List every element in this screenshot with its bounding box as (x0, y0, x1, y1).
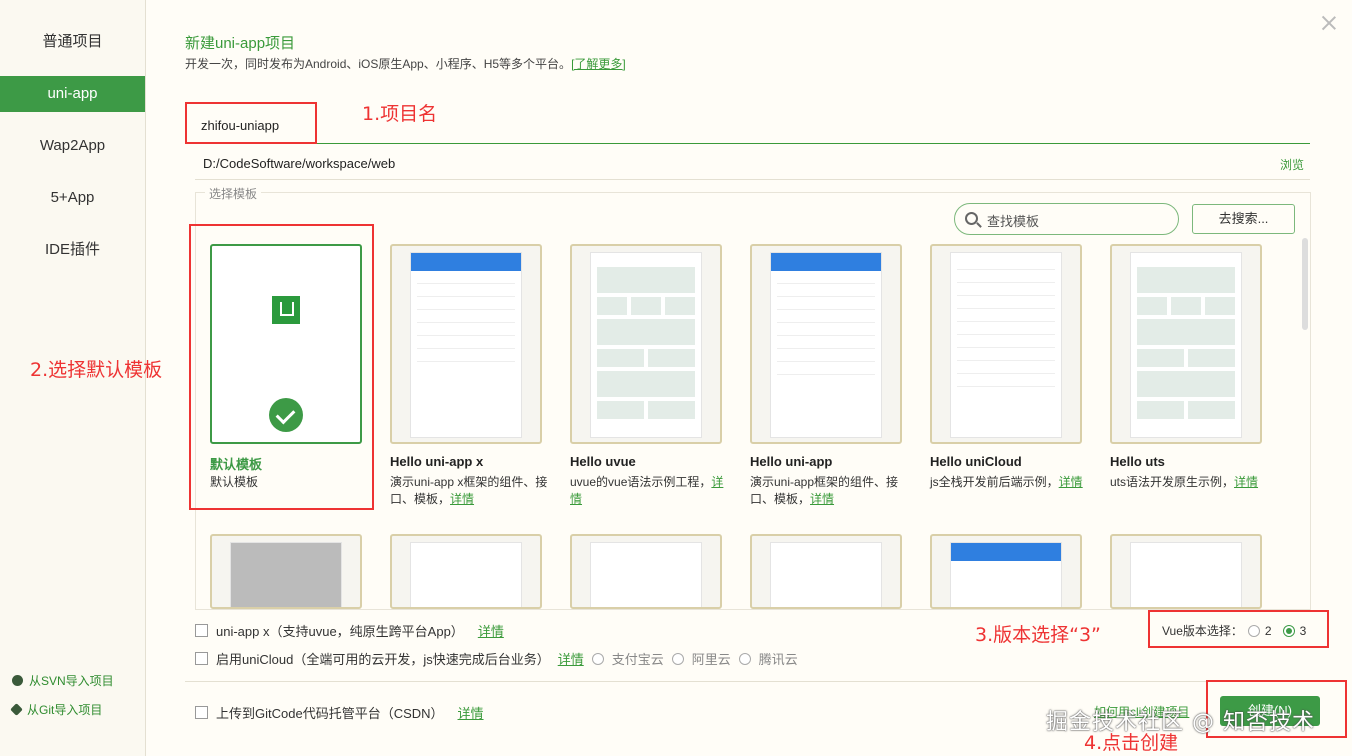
template-card-hello-unicloud[interactable] (930, 244, 1082, 444)
template-group-legend: 选择模板 (205, 185, 262, 202)
sidebar-item-wap2app[interactable]: Wap2App (0, 128, 145, 164)
template-preview (1130, 252, 1242, 438)
template-details-link[interactable]: 详情 (1059, 475, 1083, 489)
template-search-button[interactable]: 去搜索... (1192, 204, 1295, 234)
template-card[interactable] (1110, 534, 1262, 609)
template-card[interactable] (570, 534, 722, 609)
template-details-link[interactable]: 详情 (810, 492, 834, 506)
template-card-hello-uniapp-x[interactable] (390, 244, 542, 444)
cloud-radio-aliyun[interactable] (671, 652, 684, 665)
uniapp-x-option[interactable]: uni-app x（支持uvue，纯原生跨平台App） 详情 (195, 621, 504, 640)
import-svn-link[interactable]: 从SVN导入项目 (12, 672, 114, 689)
annotation-box-project-name (185, 102, 317, 144)
template-preview (950, 252, 1062, 438)
annotation-step1: 1.项目名 (362, 103, 438, 125)
unicloud-checkbox[interactable] (195, 652, 208, 665)
sidebar-item-ide-plugin[interactable]: IDE插件 (0, 232, 145, 268)
template-card-hello-uniapp[interactable] (750, 244, 902, 444)
template-title: Hello uts (1110, 454, 1165, 469)
template-card-hello-uvue[interactable] (570, 244, 722, 444)
learn-more-link[interactable]: [了解更多] (571, 57, 626, 71)
template-preview (230, 542, 342, 607)
close-icon[interactable] (1320, 14, 1338, 32)
annotation-box-vue-version (1148, 610, 1329, 648)
unicloud-label: 启用uniCloud（全端可用的云开发，js快速完成后台业务） (216, 652, 550, 667)
cloud-radio-tencent[interactable] (738, 652, 751, 665)
cloud-label-alipay: 支付宝云 (611, 652, 664, 667)
page-subtitle: 开发一次，同时发布为Android、iOS原生App、小程序、H5等多个平台。[… (185, 55, 626, 72)
template-desc: uts语法开发原生示例，详情 (1110, 474, 1270, 491)
template-card[interactable] (210, 534, 362, 609)
template-desc-text: js全栈开发前后端示例， (930, 475, 1059, 489)
template-card[interactable] (930, 534, 1082, 609)
template-preview (590, 252, 702, 438)
template-details-link[interactable]: 详情 (450, 492, 474, 506)
cloud-label-tencent: 腾讯云 (758, 652, 798, 667)
uniapp-x-label: uni-app x（支持uvue，纯原生跨平台App） (216, 624, 464, 639)
unicloud-option[interactable]: 启用uniCloud（全端可用的云开发，js快速完成后台业务） 详情 支付宝云 … (195, 649, 798, 668)
cloud-radio-alipay[interactable] (591, 652, 604, 665)
template-desc: 演示uni-app x框架的组件、接口、模板，详情 (390, 474, 550, 508)
import-git-label: 从Git导入项目 (27, 703, 103, 717)
template-preview (950, 542, 1062, 607)
sidebar-item-normal-project[interactable]: 普通项目 (0, 24, 145, 60)
template-title: Hello uni-app x (390, 454, 484, 469)
divider (185, 681, 1312, 682)
template-details-link[interactable]: 详情 (1234, 475, 1258, 489)
template-preview (1130, 542, 1242, 607)
template-scrollbar[interactable] (1302, 238, 1308, 330)
template-preview (410, 252, 522, 438)
cloud-label-aliyun: 阿里云 (691, 652, 731, 667)
template-desc-text: uvue的vue语法示例工程， (570, 475, 712, 489)
template-title: Hello uni-app (750, 454, 833, 469)
annotation-step2: 2.选择默认模板 (30, 359, 163, 381)
template-card[interactable] (750, 534, 902, 609)
template-preview (770, 542, 882, 607)
template-title: Hello uvue (570, 454, 636, 469)
template-search-placeholder: 查找模板 (987, 214, 1040, 229)
template-card-hello-uts[interactable] (1110, 244, 1262, 444)
watermark: 掘金技术社区 @ 知否技术 (1046, 710, 1315, 735)
svn-icon (12, 675, 23, 686)
import-git-link[interactable]: 从Git导入项目 (10, 701, 103, 718)
template-preview (770, 252, 882, 438)
annotation-box-template (189, 224, 374, 510)
import-svn-label: 从SVN导入项目 (29, 674, 114, 688)
template-desc: uvue的vue语法示例工程，详情 (570, 474, 730, 508)
annotation-step3: 3.版本选择“3” (975, 624, 1101, 646)
template-preview (590, 542, 702, 607)
git-icon (10, 703, 23, 716)
browse-button[interactable]: 浏览 (1280, 156, 1304, 173)
sidebar-item-5plus-app[interactable]: 5+App (0, 180, 145, 216)
uniapp-x-details-link[interactable]: 详情 (478, 621, 504, 640)
subtitle-text: 开发一次，同时发布为Android、iOS原生App、小程序、H5等多个平台。 (185, 57, 572, 71)
gitcode-option[interactable]: 上传到GitCode代码托管平台（CSDN） 详情 (195, 703, 484, 722)
unicloud-details-link[interactable]: 详情 (558, 649, 584, 668)
template-title: Hello uniCloud (930, 454, 1022, 469)
sidebar-item-uni-app[interactable]: uni-app (0, 76, 145, 112)
template-desc: js全栈开发前后端示例，详情 (930, 474, 1090, 491)
gitcode-checkbox[interactable] (195, 706, 208, 719)
template-search-input[interactable]: 查找模板 (954, 203, 1179, 235)
uniapp-x-checkbox[interactable] (195, 624, 208, 637)
search-icon (965, 212, 978, 225)
page-title: 新建uni-app项目 (185, 35, 296, 52)
template-desc-text: uts语法开发原生示例， (1110, 475, 1235, 489)
template-card[interactable] (390, 534, 542, 609)
gitcode-label: 上传到GitCode代码托管平台（CSDN） (216, 706, 444, 721)
gitcode-details-link[interactable]: 详情 (458, 703, 484, 722)
template-desc: 演示uni-app框架的组件、接口、模板，详情 (750, 474, 910, 508)
template-preview (410, 542, 522, 607)
project-path-input[interactable]: D:/CodeSoftware/workspace/web (195, 150, 1310, 180)
